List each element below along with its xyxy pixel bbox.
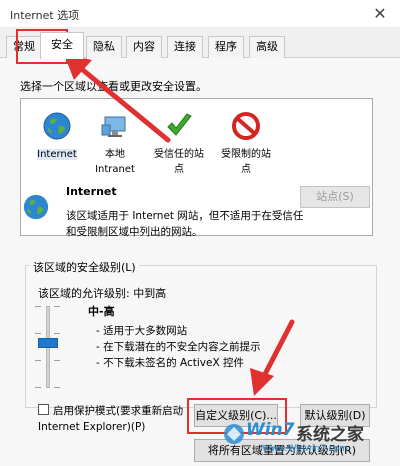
zone-intranet-label-2: Intranet <box>95 164 135 175</box>
tab-strip: 常规 安全 隐私 内容 连接 程序 高级 <box>0 28 400 59</box>
checkmark-icon <box>167 113 192 136</box>
sites-button[interactable]: 站点(S) <box>300 186 370 208</box>
security-slider-thumb[interactable] <box>38 338 58 348</box>
level-bullet: - 适用于大多数网站 <box>96 325 188 337</box>
allowed-level-text: 该区域的允许级别: 中到高 <box>38 287 167 300</box>
level-bullet: - 在下载潜在的不安全内容之前提示 <box>96 341 261 353</box>
zone-trusted[interactable]: 受信任的站 点 <box>143 111 215 177</box>
security-level-bullets: - 适用于大多数网站 - 在下载潜在的不安全内容之前提示 - 不下载未签名的 A… <box>96 323 261 371</box>
protected-mode-label-2: Internet Explorer)(P) <box>38 421 146 433</box>
watermark-url: Www.Winwin7.com <box>262 444 348 454</box>
watermark-suffix: 系统之家 <box>296 425 364 445</box>
globe-icon <box>23 194 49 220</box>
zone-heading: 选择一个区域以查看或更改安全设置。 <box>20 80 207 93</box>
level-bullet: - 不下载未签名的 ActiveX 控件 <box>96 357 244 369</box>
tab-security[interactable]: 安全 <box>40 32 84 59</box>
window-title: Internet 选项 <box>10 9 80 22</box>
computer-icon <box>101 116 126 137</box>
selected-zone-description: 该区域适用于 Internet 网站，但不适用于在受信任和受限制区域中列出的网站… <box>66 210 304 238</box>
prohibited-icon <box>232 112 260 140</box>
tab-connections[interactable]: 连接 <box>167 36 203 58</box>
zone-trusted-label-1: 受信任的站 <box>154 149 204 160</box>
tab-programs[interactable]: 程序 <box>208 36 244 58</box>
tab-general[interactable]: 常规 <box>6 36 42 58</box>
security-level-name: 中-高 <box>88 305 115 318</box>
zone-internet-label: Internet <box>37 149 77 160</box>
zone-trusted-label-2: 点 <box>174 164 184 175</box>
zone-intranet-label-1: 本地 <box>105 149 125 160</box>
tab-advanced[interactable]: 高级 <box>249 36 285 58</box>
zone-restricted-label-2: 点 <box>241 164 251 175</box>
watermark-brand: Win7 <box>246 420 295 440</box>
zone-restricted[interactable]: 受限制的站 点 <box>210 111 282 177</box>
tab-privacy[interactable]: 隐私 <box>86 36 122 58</box>
security-level-legend: 该区域的安全级别(L) <box>30 259 139 275</box>
selected-zone-title: Internet <box>66 185 117 198</box>
zone-restricted-label-1: 受限制的站 <box>221 149 271 160</box>
tab-content[interactable]: 内容 <box>126 36 162 58</box>
protected-mode-checkbox[interactable] <box>38 404 49 415</box>
protected-mode-label-1: 启用保护模式(要求重新启动 <box>53 405 184 417</box>
title-bar: Internet 选项 ✕ <box>0 0 400 28</box>
zone-intranet[interactable]: 本地 Intranet <box>79 111 151 177</box>
security-panel: 选择一个区域以查看或更改安全设置。 Internet 本地 Intranet 受… <box>0 58 400 466</box>
close-icon[interactable]: ✕ <box>360 0 400 28</box>
globe-icon <box>43 112 71 140</box>
protected-mode-option[interactable]: 启用保护模式(要求重新启动 Internet Explorer)(P) <box>38 403 183 435</box>
